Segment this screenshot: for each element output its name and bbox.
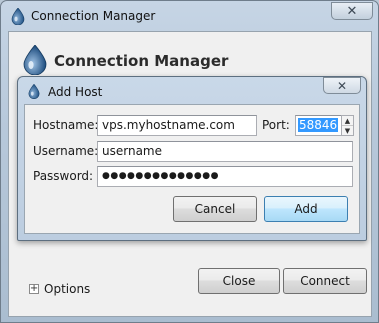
- close-icon: ✕: [346, 3, 358, 19]
- password-label: Password:: [33, 169, 94, 183]
- username-input[interactable]: username: [97, 141, 353, 162]
- dialog-close-button[interactable]: ✕: [323, 77, 361, 94]
- port-input[interactable]: 58846: [295, 115, 342, 136]
- page-title: Connection Manager: [54, 52, 229, 70]
- password-input[interactable]: ●●●●●●●●●●●●●●: [97, 166, 353, 187]
- window-title: Connection Manager: [31, 9, 156, 23]
- connection-manager-window: Connection Manager ✕ Connection Manager …: [0, 0, 379, 323]
- water-drop-icon: [23, 45, 47, 75]
- close-button[interactable]: Close: [198, 268, 280, 294]
- hostname-label: Hostname:: [33, 118, 99, 132]
- dialog-content: Hostname: vps.myhostname.com Port: 58846…: [24, 104, 360, 234]
- username-label: Username:: [33, 144, 99, 158]
- options-label[interactable]: Options: [44, 282, 90, 296]
- port-value: 58846: [298, 118, 339, 132]
- water-drop-icon: [11, 8, 25, 25]
- plus-icon: +: [29, 283, 39, 294]
- water-drop-icon: [28, 84, 40, 99]
- close-icon: ✕: [336, 78, 348, 93]
- stepper-down-icon[interactable]: ▼: [342, 126, 353, 135]
- dialog-title: Add Host: [48, 85, 103, 99]
- hostname-input[interactable]: vps.myhostname.com: [97, 115, 257, 136]
- port-label: Port:: [262, 118, 290, 132]
- cancel-button[interactable]: Cancel: [173, 196, 257, 222]
- connect-button[interactable]: Connect: [283, 268, 367, 294]
- stepper-up-icon[interactable]: ▲: [342, 116, 353, 126]
- port-stepper[interactable]: ▲ ▼: [341, 115, 354, 136]
- options-expander-button[interactable]: +: [29, 284, 39, 294]
- add-button[interactable]: Add: [264, 196, 348, 222]
- add-host-dialog: Add Host ✕ Hostname: vps.myhostname.com …: [17, 76, 367, 241]
- window-close-button[interactable]: ✕: [331, 2, 373, 20]
